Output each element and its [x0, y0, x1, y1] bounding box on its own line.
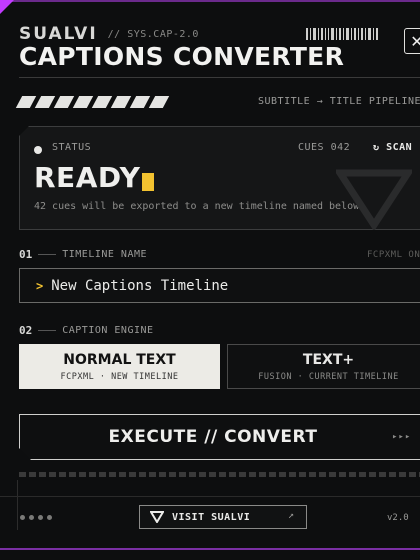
status-description: 42 cues will be exported to a new timeli…	[34, 201, 366, 212]
system-code: // SYS.CAP-2.0	[107, 28, 199, 40]
status-panel: STATUS CUES 042 ↻ SCAN READY 42 cues wil…	[19, 126, 420, 230]
section-dash	[38, 330, 57, 331]
engine-option-text-plus[interactable]: TEXT+ FUSION · CURRENT TIMELINE	[227, 344, 420, 389]
status-indicator-dot	[34, 146, 42, 154]
visit-label: VISIT SUALVI	[172, 511, 251, 523]
forward-arrows-icon: ▸▸▸	[392, 432, 412, 442]
page-title: CAPTIONS CONVERTER	[19, 42, 345, 71]
stripe-decoration	[15, 96, 170, 108]
blinking-cursor	[142, 173, 154, 191]
footer-dots	[20, 515, 52, 520]
corner-accent	[0, 0, 14, 14]
external-link-icon: ↗	[288, 510, 295, 521]
timeline-name-input[interactable]	[51, 277, 392, 294]
triangle-logo-icon	[150, 511, 164, 523]
timeline-name-header: 01 TIMELINE NAME	[19, 248, 420, 261]
caption-engine-header: 02 CAPTION ENGINE	[19, 324, 420, 337]
frame-bottom-line	[0, 548, 420, 550]
cue-count: CUES 042	[298, 142, 351, 153]
prompt-caret-icon: >	[36, 278, 44, 293]
status-label: STATUS	[52, 142, 92, 153]
section-label: CAPTION ENGINE	[62, 325, 154, 336]
option-subtitle: FUSION · CURRENT TIMELINE	[258, 371, 399, 382]
section-label: TIMELINE NAME	[62, 249, 148, 260]
section-number: 02	[19, 324, 33, 337]
format-hint: FCPXML ONLY	[367, 250, 420, 260]
version-label: v2.0	[387, 513, 409, 523]
scan-label: SCAN	[386, 142, 413, 153]
frame-top-line	[0, 0, 420, 2]
execute-convert-button[interactable]: EXECUTE // CONVERT ▸▸▸	[19, 414, 420, 460]
scan-button[interactable]: ↻ SCAN	[373, 142, 412, 153]
triangle-watermark-icon	[336, 169, 412, 230]
section-dash	[38, 254, 57, 255]
status-state: READY	[34, 161, 141, 194]
footer-divider	[0, 496, 420, 497]
footer-side-line	[17, 480, 18, 530]
pipeline-label: SUBTITLE → TITLE PIPELINE	[258, 96, 420, 107]
dashed-divider	[19, 472, 420, 477]
refresh-icon: ↻	[373, 142, 380, 153]
engine-option-normal-text[interactable]: NORMAL TEXT FCPXML · NEW TIMELINE	[19, 344, 220, 389]
option-title: NORMAL TEXT	[63, 351, 176, 368]
timeline-name-field[interactable]: >	[19, 268, 420, 303]
close-button[interactable]: ✕	[404, 28, 420, 54]
close-icon: ✕	[410, 31, 420, 51]
option-title: TEXT+	[302, 351, 355, 368]
visit-sualvi-button[interactable]: VISIT SUALVI ↗	[139, 505, 307, 529]
option-subtitle: FCPXML · NEW TIMELINE	[60, 371, 179, 382]
title-divider	[19, 77, 420, 78]
section-number: 01	[19, 248, 33, 261]
barcode-decoration	[306, 28, 378, 40]
brand-logo: SUALVI	[19, 24, 98, 44]
execute-label: EXECUTE // CONVERT	[108, 427, 318, 447]
